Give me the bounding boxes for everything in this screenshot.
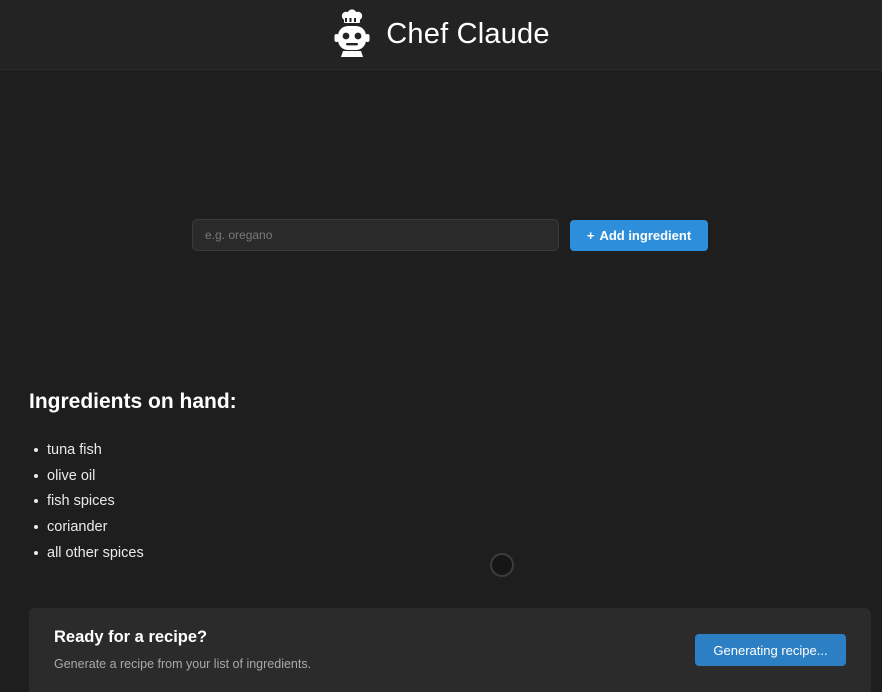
- chef-robot-icon: [334, 8, 370, 57]
- bullet-icon: [34, 473, 38, 478]
- app-header: Chef Claude: [0, 0, 882, 70]
- recipe-subtext: Generate a recipe from your list of ingr…: [54, 657, 312, 671]
- list-item: fish spices: [29, 488, 144, 514]
- ingredient-label: all other spices: [47, 544, 144, 561]
- bullet-icon: [34, 524, 38, 529]
- loading-spinner-icon: [490, 553, 514, 577]
- list-item: coriander: [29, 514, 144, 540]
- app-title: Chef Claude: [386, 18, 550, 50]
- list-item: all other spices: [29, 540, 144, 566]
- get-recipe-panel: Ready for a recipe? Generate a recipe fr…: [29, 608, 871, 692]
- add-ingredient-label: Add ingredient: [599, 227, 692, 243]
- generate-recipe-button[interactable]: Generating recipe...: [695, 634, 846, 666]
- ingredient-label: fish spices: [47, 493, 115, 510]
- ingredient-label: coriander: [47, 518, 108, 535]
- ingredients-list: tuna fish olive oil fish spices coriande…: [29, 437, 144, 565]
- add-ingredient-form: + Add ingredient: [192, 219, 708, 251]
- add-ingredient-button[interactable]: + Add ingredient: [570, 219, 708, 251]
- ingredients-heading: Ingredients on hand:: [29, 390, 237, 413]
- ingredient-label: tuna fish: [47, 441, 102, 458]
- ingredient-label: olive oil: [47, 467, 96, 484]
- ingredient-input[interactable]: [192, 219, 559, 251]
- bullet-icon: [34, 447, 38, 452]
- bullet-icon: [34, 550, 38, 555]
- list-item: tuna fish: [29, 437, 144, 463]
- plus-icon: +: [586, 227, 595, 243]
- bullet-icon: [34, 499, 38, 504]
- list-item: olive oil: [29, 463, 144, 489]
- recipe-heading: Ready for a recipe?: [54, 628, 208, 646]
